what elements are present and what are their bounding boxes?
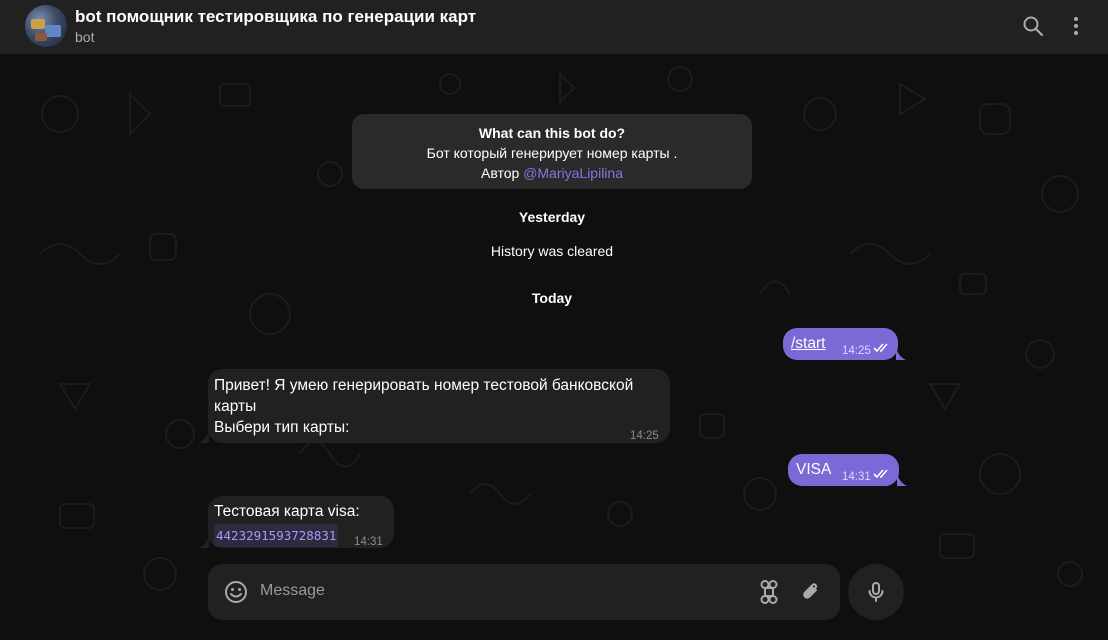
command-icon[interactable] xyxy=(756,579,782,605)
bot-info-author: Автор @MariyaLipilina xyxy=(352,163,752,183)
chat-area[interactable]: What can this bot do? Бот который генери… xyxy=(0,54,1108,640)
bot-avatar[interactable] xyxy=(25,5,67,47)
message-time: 14:25 xyxy=(630,430,659,442)
message-time: 14:31 xyxy=(354,536,383,548)
message-outgoing[interactable]: VISA 14:31 xyxy=(788,454,899,486)
message-line: Привет! Я умею генерировать номер тестов… xyxy=(214,377,634,394)
double-check-icon xyxy=(873,469,888,479)
chat-subtitle: bot xyxy=(75,29,95,45)
message-incoming[interactable]: Привет! Я умею генерировать номер тестов… xyxy=(208,369,670,443)
message-line: Выбери тип карты: xyxy=(214,419,350,436)
message-time: 14:31 xyxy=(842,471,871,483)
bot-info-heading: What can this bot do? xyxy=(478,125,626,141)
bubble-tail xyxy=(199,536,209,548)
message-input[interactable]: Message xyxy=(260,582,325,600)
bubble-tail xyxy=(897,474,907,486)
smile-icon[interactable] xyxy=(222,578,250,606)
message-text: Привет! Я умею генерировать номер тестов… xyxy=(214,375,633,438)
author-link[interactable]: @MariyaLipilina xyxy=(523,165,623,181)
message-text: Тестовая карта visa: xyxy=(214,503,360,520)
microphone-button[interactable] xyxy=(848,564,904,620)
card-number-code[interactable]: 4423291593728831 xyxy=(214,524,339,547)
paperclip-icon[interactable] xyxy=(798,579,824,605)
double-check-icon xyxy=(873,343,888,353)
date-separator-today: Today xyxy=(531,290,573,306)
message-line: карты xyxy=(214,398,257,415)
bot-info-card: What can this bot do? Бот который генери… xyxy=(352,114,752,189)
author-prefix: Автор xyxy=(481,165,524,181)
microphone-icon xyxy=(868,582,884,602)
more-vertical-icon[interactable] xyxy=(1064,14,1088,38)
command-text[interactable]: /start xyxy=(791,333,825,354)
bubble-tail xyxy=(896,348,906,360)
service-message-history-cleared: History was cleared xyxy=(490,243,614,259)
message-incoming[interactable]: Тестовая карта visa: 4423291593728831 14… xyxy=(208,496,394,548)
bot-info-description: Бот который генерирует номер карты . xyxy=(426,145,678,161)
chat-title[interactable]: bot помощник тестировщика по генерации к… xyxy=(75,7,476,27)
message-composer: Message xyxy=(208,564,840,620)
search-icon[interactable] xyxy=(1021,14,1045,38)
date-separator-yesterday: Yesterday xyxy=(518,209,586,225)
message-outgoing[interactable]: /start 14:25 xyxy=(783,328,898,360)
bubble-tail xyxy=(199,431,209,443)
message-time: 14:25 xyxy=(842,345,871,357)
message-text: VISA xyxy=(796,461,832,478)
chat-header: bot помощник тестировщика по генерации к… xyxy=(0,0,1108,54)
